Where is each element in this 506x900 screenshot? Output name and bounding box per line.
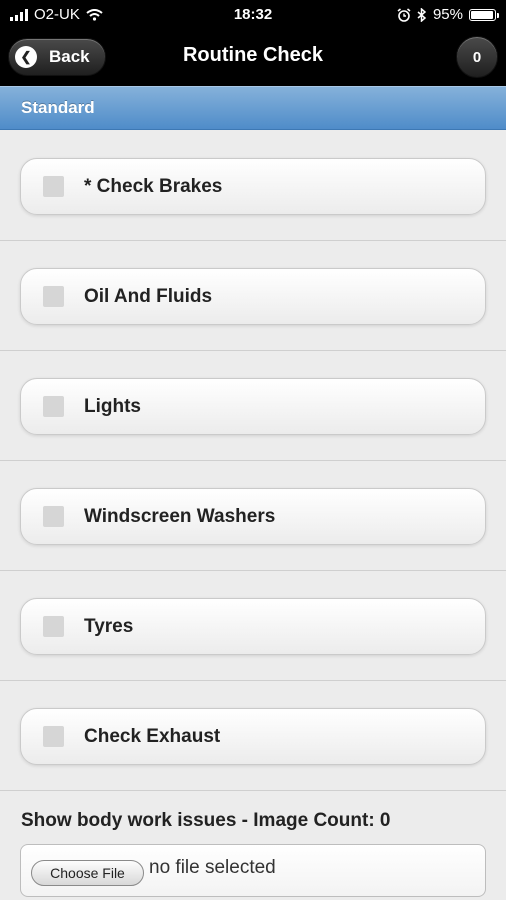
- check-item-label: Tyres: [84, 615, 134, 637]
- choose-file-button[interactable]: Choose File: [31, 860, 144, 886]
- check-item-windscreen-washers[interactable]: Windscreen Washers: [20, 488, 486, 545]
- header: ❮ Back Routine Check 0: [0, 30, 506, 86]
- check-row: Oil And Fluids: [0, 241, 506, 351]
- battery-icon: [469, 8, 499, 21]
- checkbox[interactable]: [43, 176, 64, 197]
- check-item-label: * Check Brakes: [84, 175, 223, 197]
- status-bar: O2-UK 18:32 95%: [0, 0, 506, 30]
- section-header-standard: Standard: [0, 86, 506, 130]
- check-row: * Check Brakes: [0, 131, 506, 241]
- battery-percent: 95%: [432, 6, 463, 23]
- checkbox[interactable]: [43, 286, 64, 307]
- checkbox[interactable]: [43, 396, 64, 417]
- no-file-selected-text: no file selected: [149, 857, 276, 878]
- check-row: Check Exhaust: [0, 681, 506, 791]
- back-button-label: Back: [49, 47, 90, 66]
- chevron-left-icon: ❮: [15, 46, 37, 68]
- check-row: Windscreen Washers: [0, 461, 506, 571]
- check-item-label: Oil And Fluids: [84, 285, 213, 307]
- bodywork-label: Show body work issues - Image Count: 0: [21, 810, 391, 831]
- image-count-button[interactable]: 0: [456, 36, 498, 78]
- check-item-tyres[interactable]: Tyres: [20, 598, 486, 655]
- checkbox[interactable]: [43, 506, 64, 527]
- checkbox[interactable]: [43, 726, 64, 747]
- check-item-exhaust[interactable]: Check Exhaust: [20, 708, 486, 765]
- status-right: 95%: [397, 6, 499, 23]
- check-row: Lights: [0, 351, 506, 461]
- back-button[interactable]: ❮ Back: [8, 38, 106, 76]
- check-item-lights[interactable]: Lights: [20, 378, 486, 435]
- file-upload-field[interactable]: Choose File no file selected: [20, 844, 486, 897]
- check-item-label: Lights: [84, 395, 141, 417]
- check-item-label: Windscreen Washers: [84, 505, 276, 527]
- check-item-brakes[interactable]: * Check Brakes: [20, 158, 486, 215]
- check-row: Tyres: [0, 571, 506, 681]
- battery-level: [471, 10, 493, 19]
- check-item-oil-and-fluids[interactable]: Oil And Fluids: [20, 268, 486, 325]
- alarm-clock-icon: [397, 7, 411, 22]
- check-item-label: Check Exhaust: [84, 725, 221, 747]
- checkbox[interactable]: [43, 616, 64, 637]
- bodywork-section: Show body work issues - Image Count: 0 C…: [0, 792, 506, 900]
- bluetooth-icon: [417, 7, 427, 22]
